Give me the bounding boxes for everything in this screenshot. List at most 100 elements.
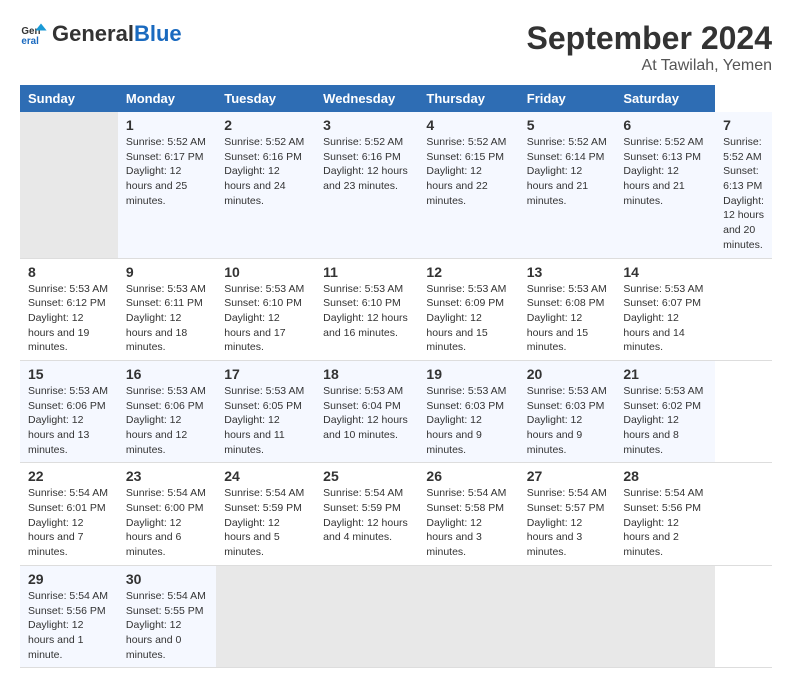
day-detail: Sunrise: 5:52 AMSunset: 6:16 PMDaylight:…: [323, 136, 408, 192]
day-cell: [519, 565, 616, 667]
day-detail: Sunrise: 5:52 AMSunset: 6:13 PMDaylight:…: [623, 136, 703, 207]
day-number: 28: [623, 468, 707, 484]
day-number: 5: [527, 117, 608, 133]
day-detail: Sunrise: 5:53 AMSunset: 6:09 PMDaylight:…: [426, 283, 506, 354]
day-number: 1: [126, 117, 208, 133]
page-header: Gen eral General Blue September 2024 At …: [20, 20, 772, 75]
title-area: September 2024 At Tawilah, Yemen: [527, 20, 772, 75]
logo-general: General: [52, 21, 134, 47]
week-row-2: 8 Sunrise: 5:53 AMSunset: 6:12 PMDayligh…: [20, 258, 772, 360]
day-number: 12: [426, 264, 510, 280]
day-number: 16: [126, 366, 208, 382]
day-detail: Sunrise: 5:54 AMSunset: 5:55 PMDaylight:…: [126, 590, 206, 661]
day-cell: 18 Sunrise: 5:53 AMSunset: 6:04 PMDaylig…: [315, 360, 418, 462]
week-row-4: 22 Sunrise: 5:54 AMSunset: 6:01 PMDaylig…: [20, 463, 772, 565]
day-cell: 17 Sunrise: 5:53 AMSunset: 6:05 PMDaylig…: [216, 360, 315, 462]
day-detail: Sunrise: 5:53 AMSunset: 6:06 PMDaylight:…: [126, 385, 206, 456]
day-number: 9: [126, 264, 208, 280]
day-detail: Sunrise: 5:53 AMSunset: 6:04 PMDaylight:…: [323, 385, 408, 441]
day-number: 27: [527, 468, 608, 484]
day-cell: 22 Sunrise: 5:54 AMSunset: 6:01 PMDaylig…: [20, 463, 118, 565]
day-detail: Sunrise: 5:54 AMSunset: 5:58 PMDaylight:…: [426, 487, 506, 558]
logo-icon: Gen eral: [20, 20, 48, 48]
day-detail: Sunrise: 5:54 AMSunset: 6:00 PMDaylight:…: [126, 487, 206, 558]
week-row-5: 29 Sunrise: 5:54 AMSunset: 5:56 PMDaylig…: [20, 565, 772, 667]
day-cell: 20 Sunrise: 5:53 AMSunset: 6:03 PMDaylig…: [519, 360, 616, 462]
day-cell: 13 Sunrise: 5:53 AMSunset: 6:08 PMDaylig…: [519, 258, 616, 360]
day-cell: [216, 565, 315, 667]
day-number: 21: [623, 366, 707, 382]
day-number: 15: [28, 366, 110, 382]
day-detail: Sunrise: 5:54 AMSunset: 5:57 PMDaylight:…: [527, 487, 607, 558]
day-cell: 29 Sunrise: 5:54 AMSunset: 5:56 PMDaylig…: [20, 565, 118, 667]
day-cell: 30 Sunrise: 5:54 AMSunset: 5:55 PMDaylig…: [118, 565, 216, 667]
day-cell: 8 Sunrise: 5:53 AMSunset: 6:12 PMDayligh…: [20, 258, 118, 360]
day-detail: Sunrise: 5:54 AMSunset: 5:59 PMDaylight:…: [224, 487, 304, 558]
week-row-1: 1 Sunrise: 5:52 AMSunset: 6:17 PMDayligh…: [20, 112, 772, 258]
day-number: 19: [426, 366, 510, 382]
day-detail: Sunrise: 5:53 AMSunset: 6:06 PMDaylight:…: [28, 385, 108, 456]
day-number: 3: [323, 117, 410, 133]
day-cell: 14 Sunrise: 5:53 AMSunset: 6:07 PMDaylig…: [615, 258, 715, 360]
header-row: SundayMondayTuesdayWednesdayThursdayFrid…: [20, 85, 772, 112]
day-cell: [315, 565, 418, 667]
day-cell: 5 Sunrise: 5:52 AMSunset: 6:14 PMDayligh…: [519, 112, 616, 258]
day-cell: 15 Sunrise: 5:53 AMSunset: 6:06 PMDaylig…: [20, 360, 118, 462]
day-detail: Sunrise: 5:52 AMSunset: 6:13 PMDaylight:…: [723, 136, 764, 251]
day-number: 20: [527, 366, 608, 382]
day-detail: Sunrise: 5:53 AMSunset: 6:03 PMDaylight:…: [527, 385, 607, 456]
day-cell: 23 Sunrise: 5:54 AMSunset: 6:00 PMDaylig…: [118, 463, 216, 565]
day-number: 2: [224, 117, 307, 133]
calendar-table: SundayMondayTuesdayWednesdayThursdayFrid…: [20, 85, 772, 668]
day-detail: Sunrise: 5:52 AMSunset: 6:16 PMDaylight:…: [224, 136, 304, 207]
day-detail: Sunrise: 5:53 AMSunset: 6:08 PMDaylight:…: [527, 283, 607, 354]
col-header-monday: Monday: [118, 85, 216, 112]
day-number: 25: [323, 468, 410, 484]
day-cell: 7 Sunrise: 5:52 AMSunset: 6:13 PMDayligh…: [715, 112, 772, 258]
month-title: September 2024: [527, 20, 772, 57]
day-cell: 24 Sunrise: 5:54 AMSunset: 5:59 PMDaylig…: [216, 463, 315, 565]
col-header-sunday: Sunday: [20, 85, 118, 112]
col-header-tuesday: Tuesday: [216, 85, 315, 112]
day-detail: Sunrise: 5:53 AMSunset: 6:11 PMDaylight:…: [126, 283, 206, 354]
week-row-3: 15 Sunrise: 5:53 AMSunset: 6:06 PMDaylig…: [20, 360, 772, 462]
day-cell: 1 Sunrise: 5:52 AMSunset: 6:17 PMDayligh…: [118, 112, 216, 258]
day-detail: Sunrise: 5:52 AMSunset: 6:14 PMDaylight:…: [527, 136, 607, 207]
day-number: 6: [623, 117, 707, 133]
day-number: 8: [28, 264, 110, 280]
col-header-wednesday: Wednesday: [315, 85, 418, 112]
day-detail: Sunrise: 5:53 AMSunset: 6:10 PMDaylight:…: [224, 283, 304, 354]
col-header-friday: Friday: [519, 85, 616, 112]
day-cell: 2 Sunrise: 5:52 AMSunset: 6:16 PMDayligh…: [216, 112, 315, 258]
day-detail: Sunrise: 5:53 AMSunset: 6:02 PMDaylight:…: [623, 385, 703, 456]
day-cell: 4 Sunrise: 5:52 AMSunset: 6:15 PMDayligh…: [418, 112, 518, 258]
day-detail: Sunrise: 5:54 AMSunset: 5:56 PMDaylight:…: [623, 487, 703, 558]
day-number: 22: [28, 468, 110, 484]
day-cell: 21 Sunrise: 5:53 AMSunset: 6:02 PMDaylig…: [615, 360, 715, 462]
day-detail: Sunrise: 5:53 AMSunset: 6:05 PMDaylight:…: [224, 385, 304, 456]
day-cell: 26 Sunrise: 5:54 AMSunset: 5:58 PMDaylig…: [418, 463, 518, 565]
col-header-thursday: Thursday: [418, 85, 518, 112]
logo: Gen eral General Blue: [20, 20, 182, 48]
day-number: 4: [426, 117, 510, 133]
day-number: 7: [723, 117, 764, 133]
day-detail: Sunrise: 5:54 AMSunset: 6:01 PMDaylight:…: [28, 487, 108, 558]
col-header-saturday: Saturday: [615, 85, 715, 112]
day-detail: Sunrise: 5:52 AMSunset: 6:15 PMDaylight:…: [426, 136, 506, 207]
day-cell: 12 Sunrise: 5:53 AMSunset: 6:09 PMDaylig…: [418, 258, 518, 360]
day-detail: Sunrise: 5:53 AMSunset: 6:03 PMDaylight:…: [426, 385, 506, 456]
day-cell: 19 Sunrise: 5:53 AMSunset: 6:03 PMDaylig…: [418, 360, 518, 462]
day-number: 26: [426, 468, 510, 484]
day-cell: 28 Sunrise: 5:54 AMSunset: 5:56 PMDaylig…: [615, 463, 715, 565]
day-number: 18: [323, 366, 410, 382]
day-detail: Sunrise: 5:54 AMSunset: 5:56 PMDaylight:…: [28, 590, 108, 661]
day-detail: Sunrise: 5:53 AMSunset: 6:12 PMDaylight:…: [28, 283, 108, 354]
day-number: 30: [126, 571, 208, 587]
day-number: 17: [224, 366, 307, 382]
day-cell: 11 Sunrise: 5:53 AMSunset: 6:10 PMDaylig…: [315, 258, 418, 360]
day-detail: Sunrise: 5:52 AMSunset: 6:17 PMDaylight:…: [126, 136, 206, 207]
day-detail: Sunrise: 5:54 AMSunset: 5:59 PMDaylight:…: [323, 487, 408, 543]
day-cell: 27 Sunrise: 5:54 AMSunset: 5:57 PMDaylig…: [519, 463, 616, 565]
day-cell: 6 Sunrise: 5:52 AMSunset: 6:13 PMDayligh…: [615, 112, 715, 258]
day-number: 11: [323, 264, 410, 280]
